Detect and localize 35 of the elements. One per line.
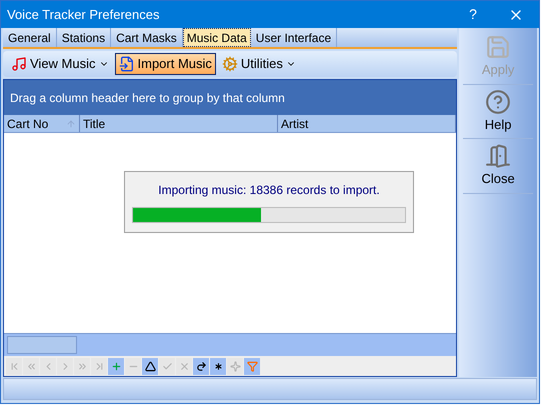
- side-button[interactable]: Help: [463, 84, 533, 139]
- progress-message: Importing music: 18386 records to import.: [158, 182, 380, 199]
- save-icon: [485, 34, 512, 60]
- navigator-button[interactable]: [142, 358, 158, 374]
- column-header[interactable]: Title: [80, 115, 278, 132]
- navigator-button[interactable]: [193, 358, 209, 374]
- double-left-icon: [26, 360, 36, 372]
- tab[interactable]: Stations: [56, 28, 112, 47]
- help-button[interactable]: ?: [453, 4, 493, 25]
- column-header[interactable]: Artist: [278, 115, 456, 132]
- last-record-icon: [94, 360, 104, 372]
- import-file-icon: [118, 56, 135, 72]
- door-icon: [485, 143, 512, 169]
- tab[interactable]: General: [3, 28, 57, 47]
- double-right-icon: [76, 360, 88, 372]
- first-record-icon: [8, 360, 20, 372]
- toolbar-button[interactable]: Utilities: [218, 53, 300, 75]
- navigator-button[interactable]: [210, 358, 226, 374]
- tab[interactable]: User Interface: [250, 28, 338, 47]
- tab[interactable]: Music Data: [182, 28, 251, 47]
- window-title: Voice Tracker Preferences: [7, 6, 160, 24]
- filter-icon: [246, 360, 258, 372]
- check-icon: [162, 360, 172, 372]
- help-icon: [485, 88, 512, 114]
- group-panel-hint: Drag a column header here to group by that column: [10, 90, 285, 106]
- redo-icon: [196, 360, 206, 372]
- asterisk-icon: [212, 360, 224, 372]
- plus-icon: [110, 360, 122, 372]
- column-header[interactable]: Cart No: [4, 115, 80, 132]
- cross-icon: [178, 360, 190, 372]
- triangle-icon: [144, 360, 156, 372]
- sparkle-icon: [230, 360, 240, 372]
- toolbar-button[interactable]: View Music: [7, 53, 113, 75]
- side-button[interactable]: Close: [463, 139, 533, 194]
- toolbar-button[interactable]: Import Music: [114, 53, 216, 75]
